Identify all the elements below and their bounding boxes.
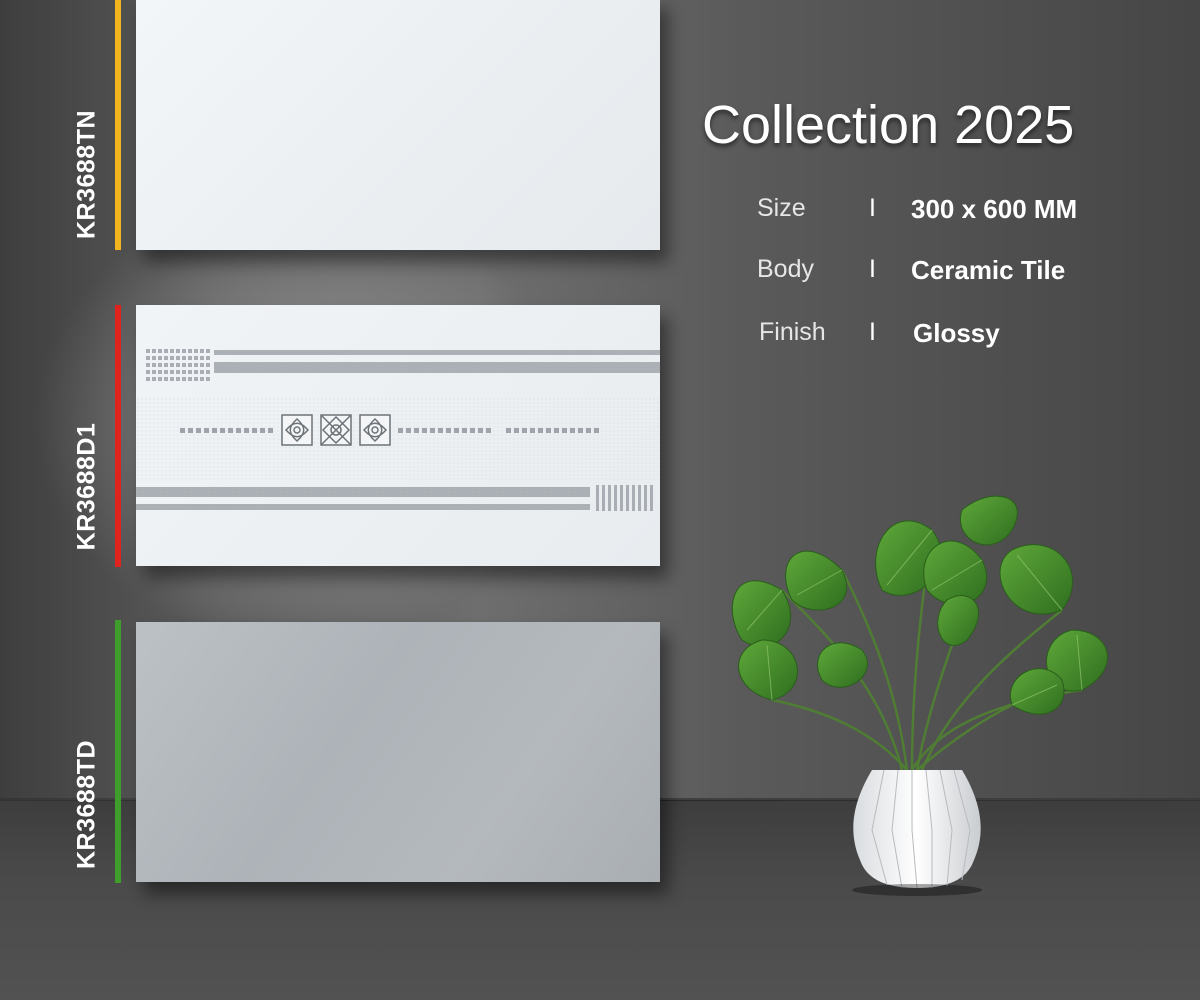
spec-label: Body [757,255,814,283]
spec-label: Finish [759,318,826,346]
spec-row-finish: Finish I Glossy [0,318,1200,358]
vertical-stripe-ornament [596,485,653,511]
spec-value: Ceramic Tile [911,255,1066,285]
tile-code-label: KR3688TD [72,739,101,870]
spec-separator: I [869,318,876,346]
spec-row-size: Size I 300 x 600 MM [0,194,1200,234]
tile-marker-bar-green [115,620,121,883]
spec-separator: I [869,255,876,283]
spec-value: 300 x 600 MM [911,194,1078,224]
collection-title: Collection 2025 [702,95,1075,155]
tile-kr3688td [136,622,660,882]
tile-code-label: KR3688D1 [72,422,101,551]
spec-label: Size [757,194,806,222]
spec-separator: I [869,194,876,222]
spec-row-body: Body I Ceramic Tile [0,255,1200,295]
spec-value: Glossy [913,318,1000,348]
potted-plant-image [731,495,1108,896]
